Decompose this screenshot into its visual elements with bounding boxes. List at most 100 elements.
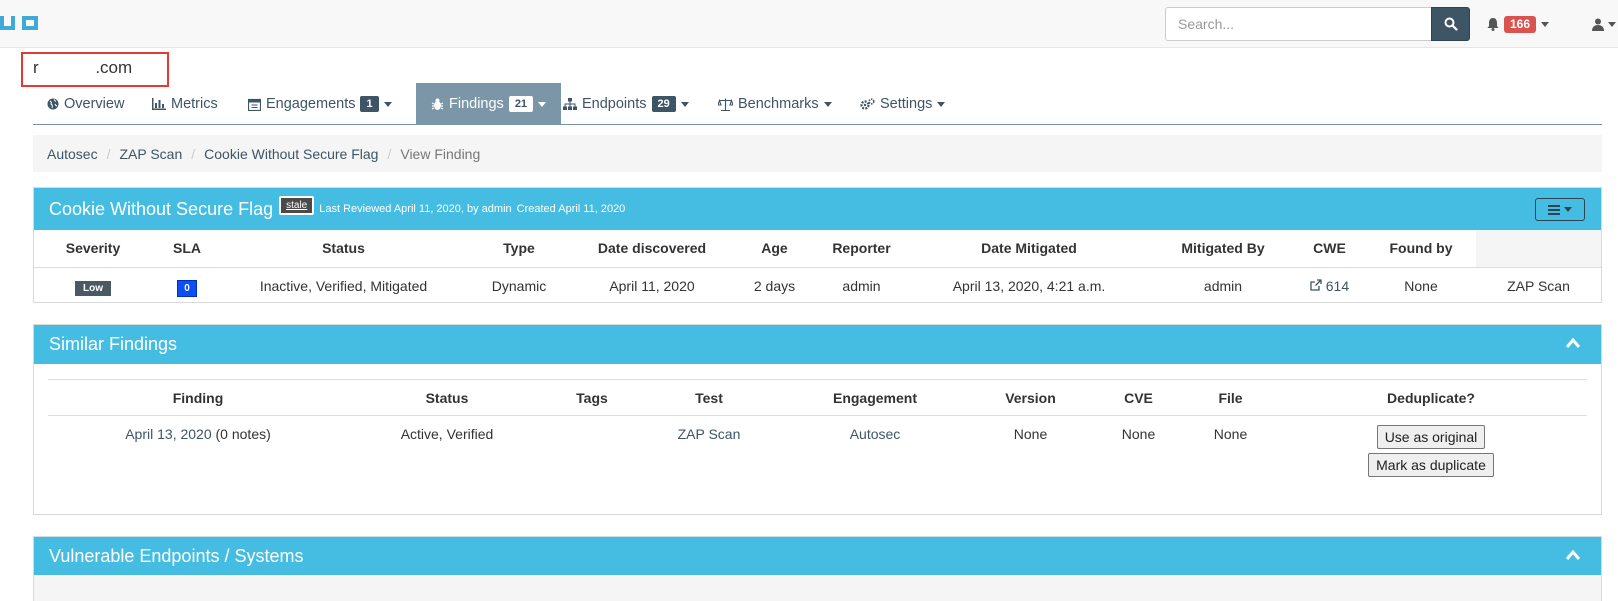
finding-actions-menu[interactable] [1535,198,1585,221]
test-cell: ZAP Scan [638,416,780,480]
chevron-down-icon [680,101,689,107]
last-reviewed: Last Reviewed April 11, 2020, by admin [319,203,512,215]
tab-engagements[interactable]: Engagements 1 [248,83,392,125]
user-menu[interactable] [1592,14,1618,34]
finding-cell: April 13, 2020 (0 notes) [48,416,348,480]
column-header: Tags [546,379,638,416]
column-header: Finding [48,379,348,416]
top-navbar: 166 [0,0,1618,48]
breadcrumb-separator: / [387,145,392,162]
notifications-dropdown[interactable]: 166 [1487,14,1557,34]
mitigated-by-cell: admin [1203,277,1243,294]
sla-badge: 0 [177,279,197,297]
table-row: Low 0 Inactive, Verified, Mitigated Dyna… [34,267,1601,304]
vulnerable-endpoints-header[interactable]: Vulnerable Endpoints / Systems [34,537,1601,575]
test-link[interactable]: ZAP Scan [678,426,741,442]
column-header: CWE [1293,230,1366,268]
column-header: Status [348,379,546,416]
tags-cell [546,416,638,480]
finding-link[interactable]: April 13, 2020 [125,426,211,442]
column-header: File [1186,379,1275,416]
chevron-up-icon[interactable] [1565,337,1581,349]
tab-label: Overview [64,96,125,112]
breadcrumb-current: View Finding [400,145,481,162]
calendar-icon [248,98,261,111]
column-header: SLA [152,230,222,268]
defectdojo-logo[interactable] [0,12,48,34]
tab-label: Benchmarks [738,96,819,112]
column-header: CVE [1091,379,1186,416]
column-header: Age [731,230,818,268]
column-header: Mitigated By [1153,230,1293,268]
column-header: Engagement [780,379,970,416]
file-cell: None [1213,426,1248,442]
column-header: Version [970,379,1091,416]
type-cell: Dynamic [491,277,547,294]
notes-count: (0 notes) [211,426,271,442]
tab-overview[interactable]: Overview [47,83,124,125]
tab-benchmarks[interactable]: Benchmarks [718,83,832,125]
severity-cell: Low [34,267,152,304]
vulnerable-endpoints-panel: Vulnerable Endpoints / Systems [33,536,1602,601]
breadcrumb-test[interactable]: ZAP Scan [119,146,182,162]
reporter-cell: admin [842,277,881,294]
tab-settings[interactable]: Settings [860,83,946,125]
cwe-link[interactable]: 614 [1310,278,1349,294]
column-header: Status [222,230,465,268]
column-header: Deduplicate? [1275,379,1587,416]
chevron-down-icon [937,101,946,107]
similar-findings-body: Finding Status Tags Test Engagement Vers… [34,364,1601,479]
breadcrumb-separator: / [106,145,111,162]
tab-label: Endpoints [582,96,647,112]
finding-panel: Cookie Without Secure Flag stale Last Re… [33,187,1602,303]
finding-panel-header: Cookie Without Secure Flag stale Last Re… [34,188,1601,230]
similar-findings-table: Finding Status Tags Test Engagement Vers… [48,379,1587,479]
count-badge: 1 [360,96,379,112]
tab-label: Engagements [266,96,356,112]
finding-title: Cookie Without Secure Flag [49,198,274,219]
chevron-down-icon [538,101,547,107]
cve-cell: None [1121,426,1156,442]
vulnerable-endpoints-body [34,575,1601,601]
chevron-down-icon [1608,21,1616,27]
sla-cell: 0 [152,267,222,304]
breadcrumb-engagement[interactable]: Autosec [47,146,98,162]
age-cell: 2 days [753,277,796,294]
column-header: Type [465,230,573,268]
count-badge: 21 [508,96,534,112]
chevron-up-icon[interactable] [1565,549,1581,561]
version-cell: None [1013,426,1048,442]
cwe-cell: 614 [1293,267,1366,304]
bell-icon [1487,18,1499,31]
tab-endpoints[interactable]: Endpoints 29 [563,83,689,125]
mark-as-duplicate-button[interactable]: Mark as duplicate [1368,453,1494,477]
chevron-down-icon [383,101,392,107]
use-as-original-button[interactable]: Use as original [1376,425,1486,449]
breadcrumb-finding[interactable]: Cookie Without Secure Flag [204,146,378,162]
column-header: Severity [34,230,152,268]
tab-findings[interactable]: Findings 21 [416,83,562,125]
status-cell: Inactive, Verified, Mitigated [259,277,428,294]
globe-icon [47,98,59,110]
cwe-number: 614 [1325,277,1350,294]
tab-metrics[interactable]: Metrics [152,83,218,125]
engagement-link[interactable]: Autosec [850,426,901,442]
similar-findings-header[interactable]: Similar Findings [34,325,1601,364]
bar-chart-icon [152,98,166,110]
search-button[interactable] [1431,7,1470,41]
search-input[interactable] [1165,7,1432,41]
cogs-icon [860,97,875,110]
column-header: Found by [1366,230,1476,268]
test-cell: ZAP Scan [1507,277,1570,294]
user-icon [1592,18,1604,31]
tab-label: Settings [880,96,933,112]
status-cell: Active, Verified [400,426,494,442]
balance-scale-icon [718,98,733,111]
deduplicate-cell: Use as original Mark as duplicate [1275,416,1587,480]
stale-badge[interactable]: stale [279,195,315,215]
date-mitigated-cell: April 13, 2020, 4:21 a.m. [952,277,1106,294]
column-header: Test [638,379,780,416]
search-icon [1444,17,1458,31]
column-header: Date Mitigated [905,230,1153,268]
count-badge: 29 [651,96,676,112]
